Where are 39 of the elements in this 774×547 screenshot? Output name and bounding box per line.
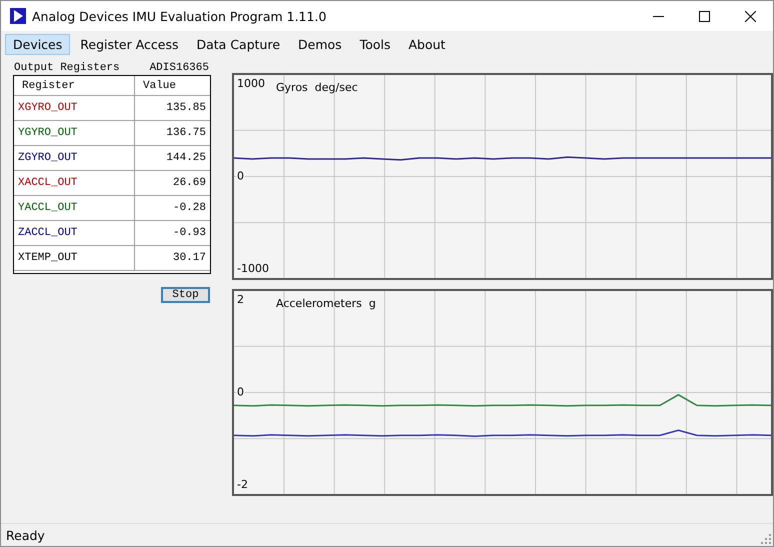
register-name: ZACCL_OUT (14, 221, 135, 245)
register-value: 136.75 (165, 126, 207, 141)
column-header: Register (14, 76, 135, 95)
menu-item[interactable]: Data Capture (188, 34, 288, 54)
register-value: 26.69 (172, 176, 207, 191)
axis-tick-label: 0 (237, 386, 244, 399)
chart-title: Accelerometers g (276, 297, 376, 310)
close-icon (744, 10, 756, 22)
register-name: XGYRO_OUT (14, 96, 135, 120)
register-name: ZGYRO_OUT (14, 146, 135, 170)
menu-item[interactable]: Register Access (72, 34, 186, 54)
register-value: 30.17 (172, 251, 207, 266)
menu-item[interactable]: Tools (352, 34, 398, 54)
axis-tick-label: 0 (237, 170, 244, 183)
status-text: Ready (6, 528, 45, 542)
menu-item[interactable]: Devices (5, 34, 70, 54)
column-header: Value (142, 78, 178, 94)
register-name: XTEMP_OUT (14, 246, 135, 270)
menu-item[interactable]: About (400, 34, 454, 54)
resize-grip-icon (761, 534, 771, 544)
register-name: XACCL_OUT (14, 171, 135, 195)
register-value: -0.28 (172, 201, 207, 216)
register-name: YACCL_OUT (14, 196, 135, 220)
register-value: 135.85 (165, 101, 207, 116)
register-value: 144.25 (165, 151, 207, 166)
register-value: -0.93 (172, 226, 207, 241)
register-name: YGYRO_OUT (14, 121, 135, 145)
axis-tick-label: -1000 (237, 262, 269, 275)
axis-tick-label: 1000 (237, 77, 265, 90)
window-title: Analog Devices IMU Evaluation Program 1.11.0 (32, 8, 328, 24)
axis-tick-label: 2 (237, 293, 244, 306)
axis-tick-label: -2 (237, 478, 248, 491)
chart-title: Gyros deg/sec (276, 81, 358, 94)
menu-item[interactable]: Demos (290, 34, 350, 54)
panel-label: Output Registers (14, 62, 120, 74)
app-logo-icon (10, 8, 26, 24)
device-name: ADIS16365 (150, 62, 209, 74)
stop-button[interactable]: Stop (161, 287, 210, 303)
maximize-icon (698, 10, 710, 22)
